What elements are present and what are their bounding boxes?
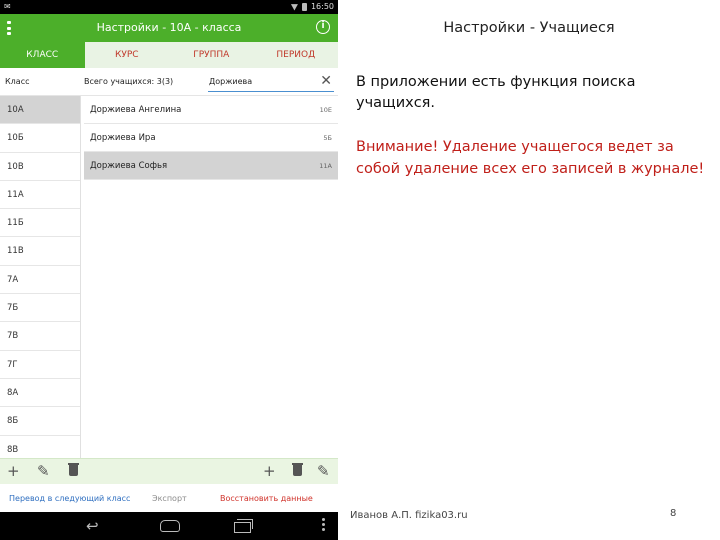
tab-class[interactable]: КЛАСС [0, 42, 85, 68]
student-name: Доржиева Ангелина [90, 105, 182, 115]
class-item-11v[interactable]: 11В [0, 237, 80, 266]
home-icon[interactable] [159, 518, 180, 534]
status-bar: ✉ 16:50 [0, 0, 338, 14]
student-row[interactable]: Доржиева Ира 5Б [84, 124, 338, 152]
class-list: 10А 10Б 10В 11А 11Б 11В 7А 7Б 7В 7Г 8А 8… [0, 96, 80, 464]
delete-student-trash-icon[interactable] [292, 463, 303, 476]
class-item-11a[interactable]: 11А [0, 181, 80, 210]
export-link[interactable]: Экспорт [152, 494, 187, 503]
slide-body-text: В приложении есть функция поиска учащихс… [356, 74, 636, 111]
student-row[interactable]: Доржиева Софья 11А [84, 152, 338, 180]
delete-class-trash-icon[interactable] [68, 463, 79, 476]
list-divider [80, 96, 81, 458]
battery-icon [301, 2, 307, 11]
class-item-8a[interactable]: 8А [0, 379, 80, 408]
tab-bar: КЛАСС КУРС ГРУППА ПЕРИОД [0, 42, 338, 68]
edit-class-pencil-icon[interactable]: ✎ [37, 463, 50, 479]
student-class: 10Е [319, 106, 332, 114]
info-icon[interactable]: i [316, 20, 330, 34]
status-time: 16:50 [310, 2, 334, 11]
edit-student-pencil-icon[interactable]: ✎ [317, 463, 330, 479]
footer-author: Иванов А.П. fizika03.ru [350, 510, 468, 521]
search-box: ✕ [208, 74, 334, 92]
class-item-7v[interactable]: 7В [0, 322, 80, 351]
class-item-7g[interactable]: 7Г [0, 351, 80, 379]
class-column-label: Класс [5, 77, 30, 86]
class-item-7a[interactable]: 7А [0, 266, 80, 295]
student-row[interactable]: Доржиева Ангелина 10Е [84, 96, 338, 124]
transfer-class-link[interactable]: Перевод в следующий класс [9, 494, 130, 503]
class-item-8b[interactable]: 8Б [0, 407, 80, 436]
page-number: 8 [670, 508, 677, 519]
action-bar: + ✎ + ✎ [0, 458, 338, 484]
student-total-label: Всего учащихся: 3(3) [84, 77, 174, 86]
add-class-plus-icon[interactable]: + [7, 463, 20, 479]
restore-data-link[interactable]: Восстановить данные [220, 494, 313, 503]
list-header: Класс Всего учащихся: 3(3) ✕ [0, 68, 338, 96]
nav-menu-icon[interactable] [322, 518, 330, 534]
back-icon[interactable]: ↩ [86, 518, 106, 534]
tab-period[interactable]: ПЕРИОД [254, 42, 339, 68]
search-input[interactable] [208, 74, 308, 88]
android-nav-bar: ↩ [0, 512, 338, 540]
student-name: Доржиева Софья [90, 161, 168, 171]
class-item-11b[interactable]: 11Б [0, 209, 80, 238]
app-title: Настройки - 10А - класса [96, 21, 242, 34]
close-icon[interactable]: ✕ [320, 74, 332, 88]
student-class: 5Б [323, 134, 332, 142]
bottom-actions: Перевод в следующий класс Экспорт Восста… [0, 486, 338, 512]
slide-warning-text: Внимание! Удаление учащегося ведет за со… [356, 139, 705, 177]
student-name: Доржиева Ира [90, 133, 156, 143]
add-student-plus-icon[interactable]: + [263, 463, 276, 479]
class-item-7b[interactable]: 7Б [0, 294, 80, 323]
tab-group[interactable]: ГРУППА [169, 42, 254, 68]
student-class: 11А [319, 162, 332, 170]
tab-course[interactable]: КУРС [85, 42, 170, 68]
wifi-icon [290, 4, 298, 11]
recent-apps-icon[interactable] [233, 518, 253, 534]
class-item-10v[interactable]: 10В [0, 153, 80, 181]
class-item-10a[interactable]: 10А [0, 96, 80, 125]
notification-icon: ✉ [4, 2, 11, 11]
tablet-screenshot: ✉ 16:50 Настройки - 10А - класса i КЛАСС… [0, 0, 338, 540]
app-bar: Настройки - 10А - класса i [0, 14, 338, 42]
slide-title: Настройки - Учащиеся [443, 20, 615, 36]
student-list: Доржиева Ангелина 10Е Доржиева Ира 5Б До… [84, 96, 338, 180]
class-item-10b[interactable]: 10Б [0, 124, 80, 153]
